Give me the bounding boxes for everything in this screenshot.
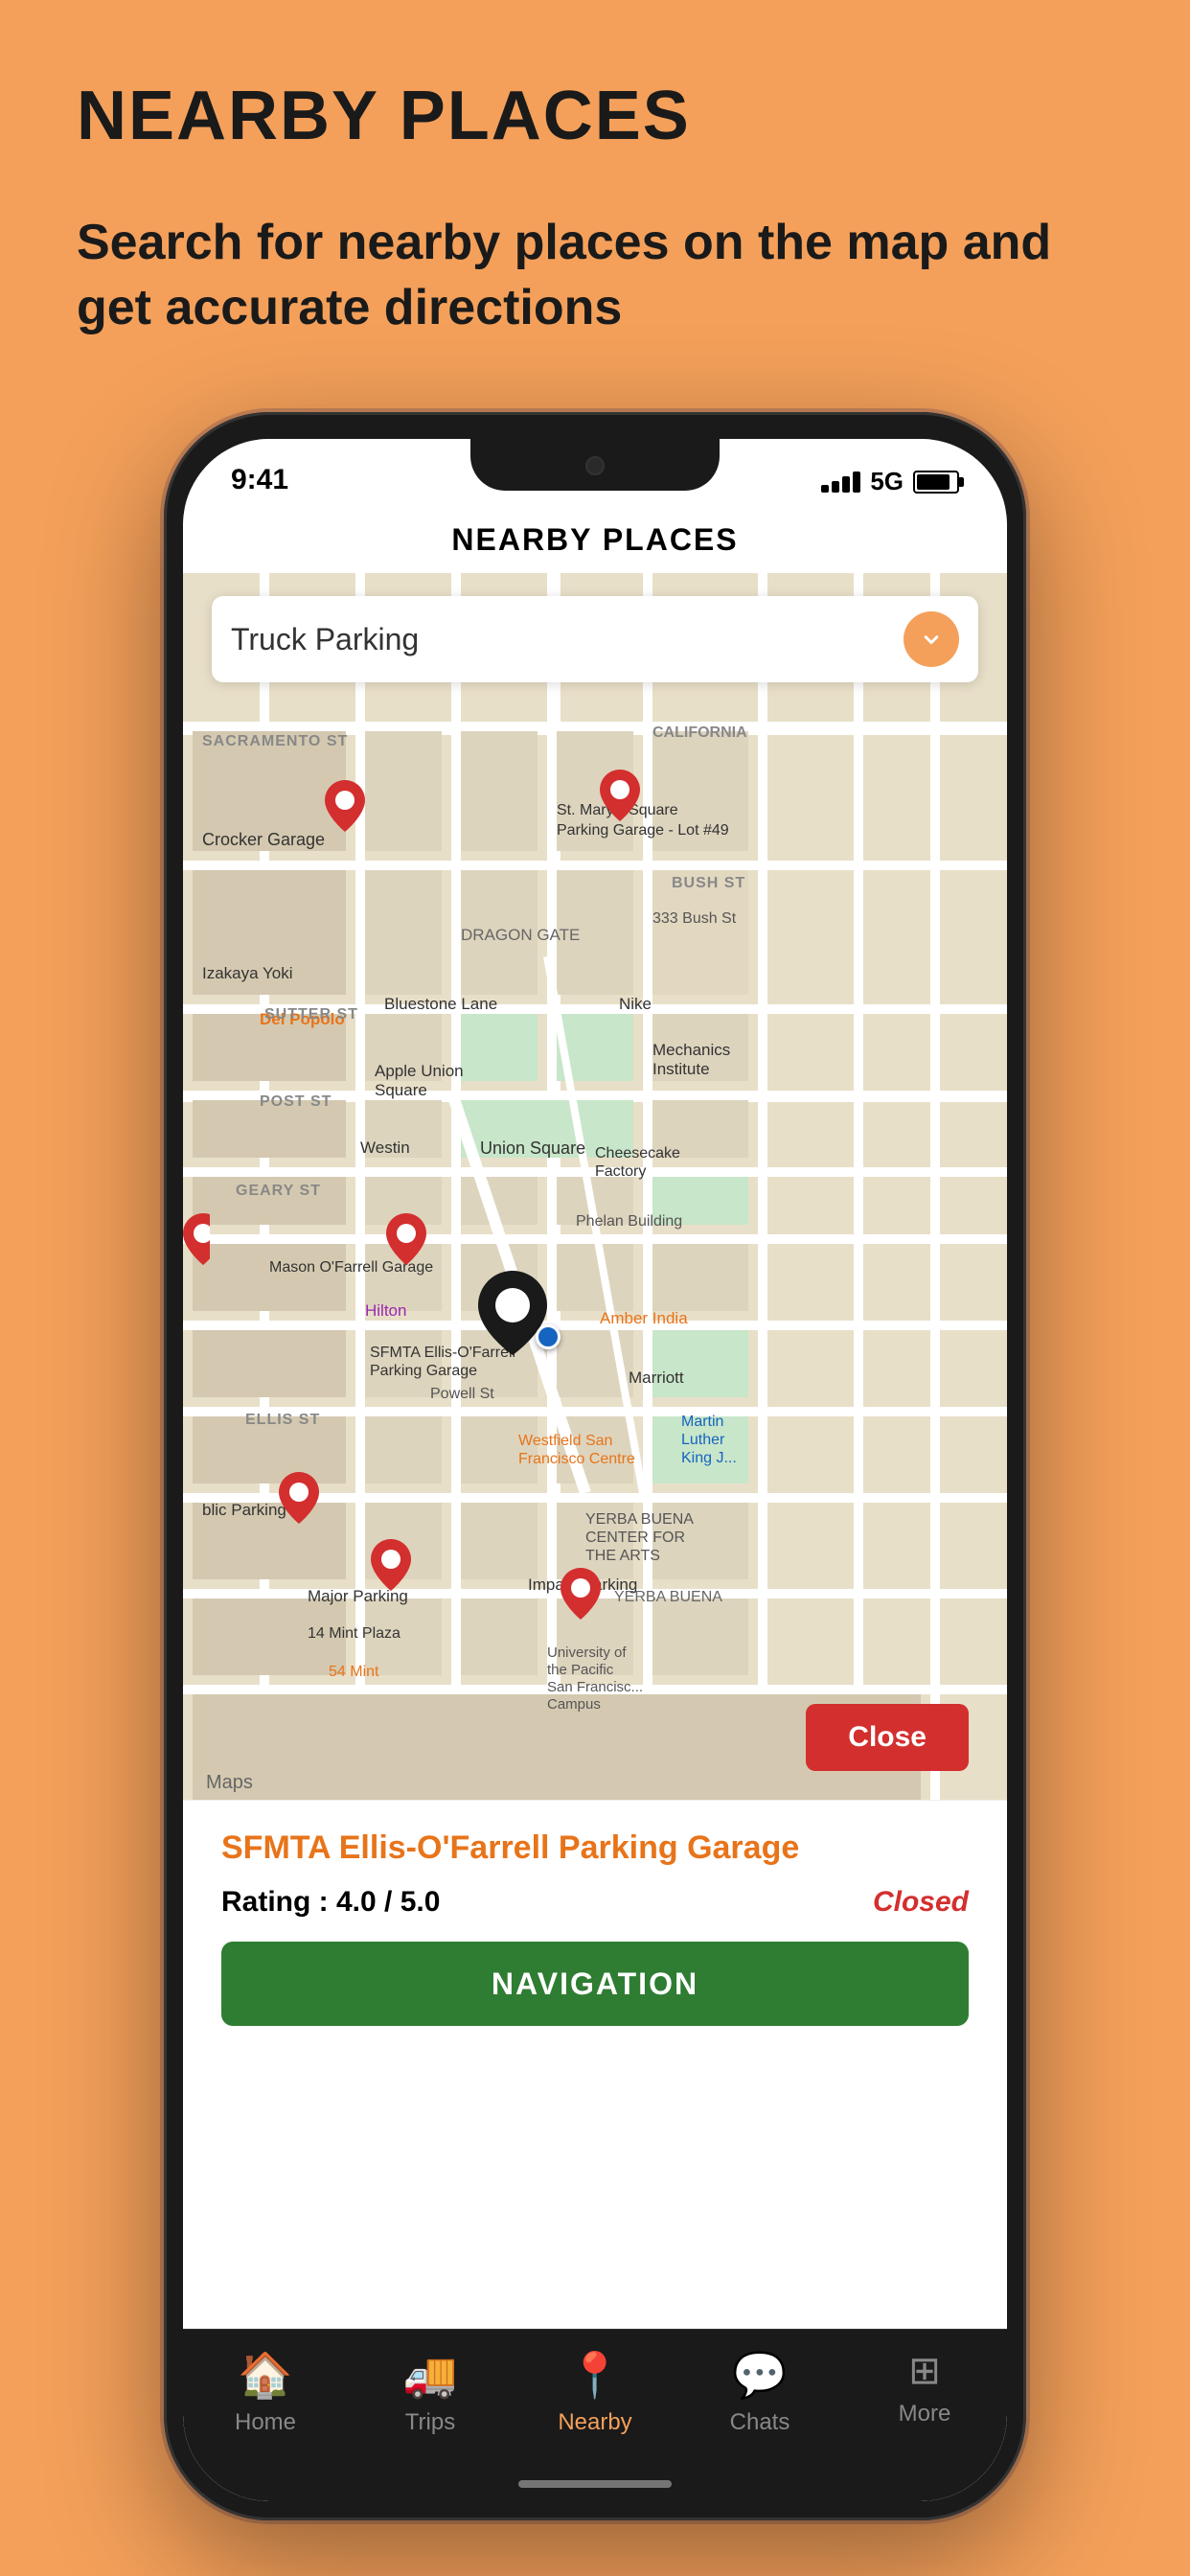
trips-icon: 🚚 <box>402 2349 457 2402</box>
map-label-apple: Apple UnionSquare <box>375 1062 464 1101</box>
map-label-ellis: ELLIS ST <box>245 1412 320 1429</box>
battery-fill <box>917 474 950 490</box>
map-label-marriott: Marriott <box>629 1368 684 1388</box>
nav-label-nearby: Nearby <box>558 2409 631 2436</box>
map-container[interactable]: Truck Parking Chinese Wayfair Tavern SAC… <box>183 573 1007 1800</box>
maps-watermark: Maps <box>206 1772 253 1794</box>
map-label-martin: MartinLutherKing J... <box>681 1413 737 1468</box>
info-meta: Rating : 4.0 / 5.0 Closed <box>221 1886 969 1919</box>
map-label-geary: GEARY ST <box>236 1183 321 1200</box>
marker-major <box>371 1539 411 1596</box>
marker-mason <box>386 1213 426 1270</box>
chats-icon: 💬 <box>732 2349 787 2402</box>
marker-crocker <box>325 780 365 837</box>
info-card: SFMTA Ellis-O'Farrell Parking Garage Rat… <box>183 1800 1007 2126</box>
map-label-hilton: Hilton <box>365 1301 406 1321</box>
nav-label-more: More <box>899 2401 951 2427</box>
map-label-izakaya: Izakaya Yoki <box>202 964 293 983</box>
map-label-mechanics: MechanicsInstitute <box>652 1041 730 1080</box>
search-bar[interactable]: Truck Parking <box>212 596 978 682</box>
search-button[interactable] <box>904 611 959 667</box>
map-label-nike: Nike <box>619 995 652 1014</box>
signal-icon <box>821 472 860 493</box>
map-label-unionsq: Union Square <box>480 1138 585 1159</box>
map-label-powell: Powell St <box>430 1386 494 1403</box>
nav-label-trips: Trips <box>405 2409 455 2436</box>
more-icon: ⊞ <box>908 2349 941 2393</box>
nav-item-home[interactable]: 🏠 Home <box>198 2349 332 2436</box>
map-label-yerba: YERBA BUENACENTER FORTHE ARTS <box>585 1510 694 1566</box>
nav-item-trips[interactable]: 🚚 Trips <box>363 2349 497 2436</box>
close-button[interactable]: Close <box>806 1704 969 1771</box>
map-label-public: blic Parking <box>202 1501 286 1520</box>
map-label-stmarys: St. Mary's SquareParking Garage - Lot #4… <box>557 801 729 841</box>
map-label-54mint: 54 Mint <box>329 1664 378 1681</box>
map-label-phelan: Phelan Building <box>576 1213 682 1230</box>
map-label-yerbabuena: YERBA BUENA <box>614 1589 722 1606</box>
info-name: SFMTA Ellis-O'Farrell Parking Garage <box>221 1829 969 1867</box>
map-label-post: POST ST <box>260 1093 332 1111</box>
bg-title: NEARBY PLACES <box>77 77 691 155</box>
search-text: Truck Parking <box>231 622 904 657</box>
info-rating: Rating : 4.0 / 5.0 <box>221 1886 440 1919</box>
map-label-amber: Amber India <box>600 1309 688 1328</box>
nav-label-home: Home <box>235 2409 296 2436</box>
app-header: NEARBY PLACES <box>183 506 1007 573</box>
map-label-cheesecake: CheesecakeFactory <box>595 1144 680 1181</box>
map-label-westfield: Westfield SanFrancisco Centre <box>518 1432 635 1468</box>
info-status: Closed <box>873 1886 969 1919</box>
marker-sfmta-main <box>478 1271 547 1360</box>
marker-impark <box>561 1568 601 1624</box>
marker-left-edge <box>183 1213 210 1265</box>
map-label-crocker: Crocker Garage <box>202 830 325 850</box>
map-label-mint: 14 Mint Plaza <box>308 1625 400 1643</box>
nav-item-nearby[interactable]: 📍 Nearby <box>528 2349 662 2436</box>
map-background: Truck Parking Chinese Wayfair Tavern SAC… <box>183 573 1007 1800</box>
marker-stmarys <box>600 770 640 826</box>
map-label-sacramento: SACRAMENTO ST <box>202 733 348 750</box>
map-label-bush: BUSH ST <box>672 875 745 892</box>
nav-item-more[interactable]: ⊞ More <box>858 2349 992 2427</box>
notch <box>470 439 720 491</box>
home-indicator <box>518 2480 672 2488</box>
nav-label-chats: Chats <box>730 2409 790 2436</box>
map-label-bluestone: Bluestone Lane <box>384 995 497 1014</box>
map-label-california: CALIFORNIA <box>652 724 747 742</box>
5g-icon: 5G <box>870 467 904 496</box>
nav-item-chats[interactable]: 💬 Chats <box>693 2349 827 2436</box>
camera <box>585 456 605 475</box>
nearby-icon: 📍 <box>567 2349 622 2402</box>
navigation-button[interactable]: NAVIGATION <box>221 1942 969 2026</box>
bottom-nav: 🏠 Home 🚚 Trips 📍 Nearby 💬 Chats ⊞ More <box>183 2329 1007 2501</box>
current-location-dot <box>536 1324 561 1349</box>
status-time: 9:41 <box>231 464 288 496</box>
status-icons: 5G <box>821 467 959 496</box>
map-label-university: University ofthe PacificSan Francisc...C… <box>547 1644 643 1714</box>
home-icon: 🏠 <box>238 2349 292 2402</box>
phone-frame: 9:41 5G NEARBY PLACES <box>164 412 1026 2520</box>
bg-subtitle: Search for nearby places on the map and … <box>77 211 1131 340</box>
battery-icon <box>913 471 959 494</box>
map-label-333bush: 333 Bush St <box>652 910 736 928</box>
app-header-title: NEARBY PLACES <box>451 522 738 558</box>
phone-screen: 9:41 5G NEARBY PLACES <box>183 439 1007 2501</box>
map-label-sutter: SUTTER ST <box>264 1006 358 1024</box>
marker-public <box>279 1472 319 1529</box>
map-label-dragongate: DRAGON GATE <box>461 926 580 945</box>
map-label-westin: Westin <box>360 1138 410 1158</box>
